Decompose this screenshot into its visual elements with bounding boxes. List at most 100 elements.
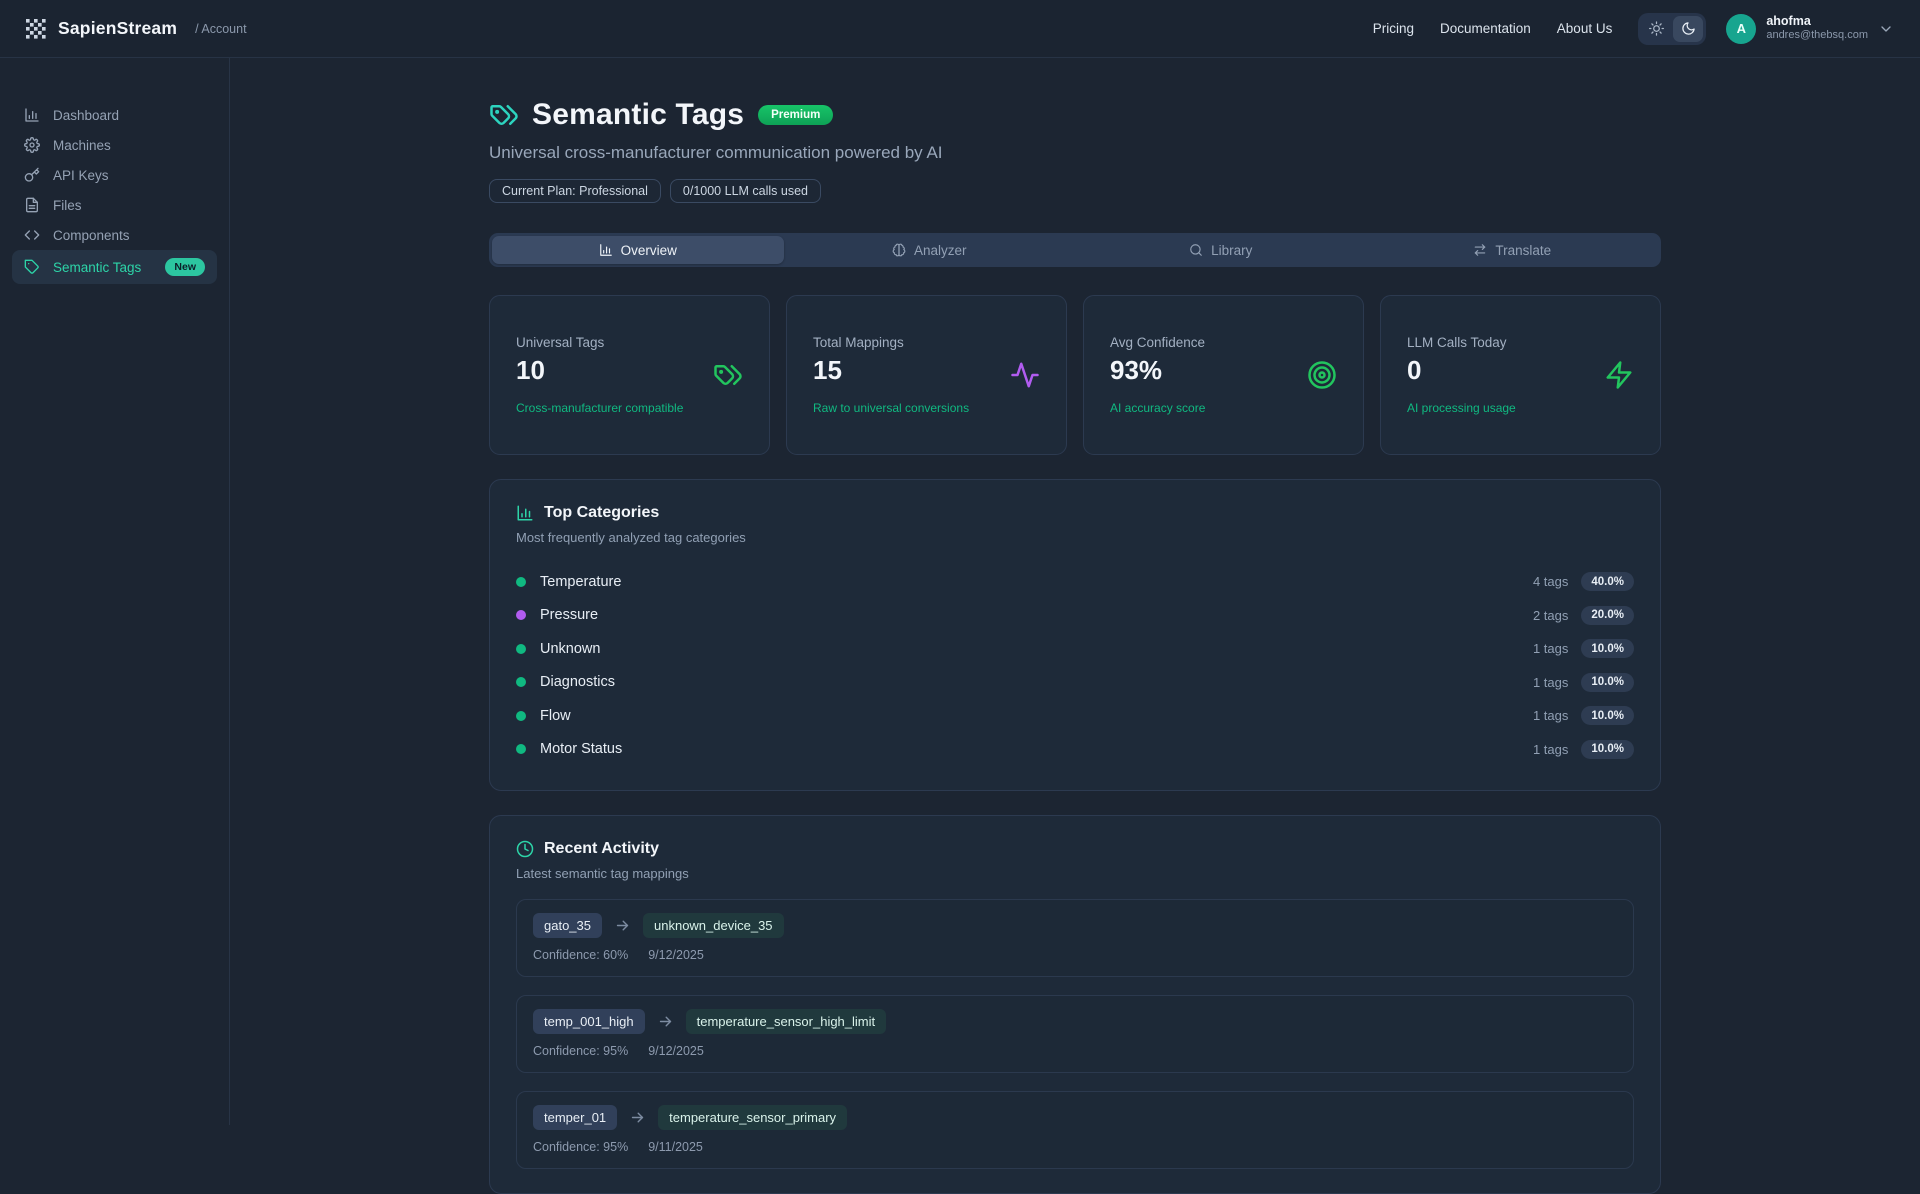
source-tag-chip: temp_001_high bbox=[533, 1009, 645, 1034]
user-email: andres@thebsq.com bbox=[1766, 29, 1868, 43]
key-icon bbox=[24, 167, 40, 183]
stat-label: Avg Confidence bbox=[1110, 335, 1205, 350]
sidebar: Dashboard Machines API Keys Files bbox=[0, 58, 230, 1125]
category-name: Unknown bbox=[540, 641, 600, 657]
arrow-right-icon bbox=[629, 1109, 646, 1126]
tab-label: Overview bbox=[621, 243, 677, 258]
logo-icon[interactable] bbox=[26, 19, 46, 39]
page-header: Semantic Tags Premium bbox=[489, 98, 1661, 132]
category-row: Motor Status 1 tags 10.0% bbox=[516, 733, 1634, 767]
stat-value: 10 bbox=[516, 355, 683, 386]
nav-link[interactable]: About Us bbox=[1557, 21, 1613, 36]
source-tag-chip: gato_35 bbox=[533, 913, 602, 938]
sidebar-item-label: Dashboard bbox=[53, 108, 119, 123]
user-name: ahofma bbox=[1766, 14, 1868, 30]
arrows-swap-icon bbox=[1473, 243, 1487, 257]
top-nav-links: Pricing Documentation About Us bbox=[1373, 21, 1613, 36]
section-title: Top Categories bbox=[544, 504, 659, 522]
light-mode-button[interactable] bbox=[1641, 16, 1671, 42]
activity-date: 9/11/2025 bbox=[648, 1140, 703, 1154]
target-tag-chip: temperature_sensor_primary bbox=[658, 1105, 847, 1130]
sidebar-item-label: Semantic Tags bbox=[53, 260, 141, 275]
sidebar-item[interactable]: Dashboard bbox=[12, 100, 217, 130]
activity-entry: temp_001_high temperature_sensor_high_li… bbox=[516, 995, 1634, 1073]
stat-subtext: Raw to universal conversions bbox=[813, 401, 969, 415]
user-menu[interactable]: A ahofma andres@thebsq.com bbox=[1726, 14, 1894, 44]
sidebar-item[interactable]: Components bbox=[12, 220, 217, 250]
sidebar-nav: Dashboard Machines API Keys Files bbox=[12, 100, 217, 284]
activity-date: 9/12/2025 bbox=[648, 1044, 704, 1058]
bar-chart-icon bbox=[516, 504, 534, 522]
tab[interactable]: Analyzer bbox=[784, 236, 1076, 264]
chevron-down-icon bbox=[1878, 21, 1894, 37]
activity-icon bbox=[1010, 360, 1040, 390]
stat-card: Universal Tags 10 Cross-manufacturer com… bbox=[489, 295, 770, 455]
category-name: Motor Status bbox=[540, 741, 622, 757]
source-tag-chip: temper_01 bbox=[533, 1105, 617, 1130]
chart-bar-icon bbox=[599, 243, 613, 257]
target-tag-chip: unknown_device_35 bbox=[643, 913, 784, 938]
category-dot bbox=[516, 744, 526, 754]
page-title: Semantic Tags bbox=[532, 98, 744, 132]
section-title: Recent Activity bbox=[544, 840, 659, 858]
premium-badge: Premium bbox=[758, 105, 833, 125]
sun-icon bbox=[1649, 21, 1664, 36]
nav-link[interactable]: Pricing bbox=[1373, 21, 1414, 36]
sidebar-item[interactable]: Semantic Tags New bbox=[12, 250, 217, 284]
category-name: Diagnostics bbox=[540, 674, 615, 690]
stat-subtext: AI processing usage bbox=[1407, 401, 1516, 415]
category-row: Flow 1 tags 10.0% bbox=[516, 699, 1634, 733]
sidebar-item[interactable]: API Keys bbox=[12, 160, 217, 190]
category-dot bbox=[516, 711, 526, 721]
tags-icon bbox=[713, 360, 743, 390]
main-content: Semantic Tags Premium Universal cross-ma… bbox=[230, 58, 1920, 1194]
category-count: 4 tags bbox=[1533, 574, 1568, 589]
dark-mode-button[interactable] bbox=[1673, 16, 1703, 42]
stat-value: 15 bbox=[813, 355, 969, 386]
stat-label: LLM Calls Today bbox=[1407, 335, 1516, 350]
brain-icon bbox=[892, 243, 906, 257]
breadcrumb: / Account bbox=[195, 22, 246, 36]
tag-icon bbox=[24, 259, 40, 275]
nav-link[interactable]: Documentation bbox=[1440, 21, 1531, 36]
category-dot bbox=[516, 577, 526, 587]
stat-cards: Universal Tags 10 Cross-manufacturer com… bbox=[489, 295, 1661, 455]
clock-icon bbox=[516, 840, 534, 858]
search-icon bbox=[1189, 243, 1203, 257]
stat-subtext: Cross-manufacturer compatible bbox=[516, 401, 683, 415]
category-row: Temperature 4 tags 40.0% bbox=[516, 565, 1634, 599]
stat-card: Total Mappings 15 Raw to universal conve… bbox=[786, 295, 1067, 455]
moon-icon bbox=[1681, 21, 1696, 36]
sidebar-item[interactable]: Files bbox=[12, 190, 217, 220]
stat-card: LLM Calls Today 0 AI processing usage bbox=[1380, 295, 1661, 455]
category-name: Pressure bbox=[540, 607, 598, 623]
chart-bar-icon bbox=[24, 107, 40, 123]
sidebar-item-label: Machines bbox=[53, 138, 111, 153]
tab[interactable]: Library bbox=[1075, 236, 1367, 264]
category-list: Temperature 4 tags 40.0% Pressure 2 tags… bbox=[516, 565, 1634, 766]
stat-value: 93% bbox=[1110, 355, 1205, 386]
arrow-right-icon bbox=[614, 917, 631, 934]
target-icon bbox=[1307, 360, 1337, 390]
avatar: A bbox=[1726, 14, 1756, 44]
category-row: Unknown 1 tags 10.0% bbox=[516, 632, 1634, 666]
tab-bar: Overview Analyzer Library Translate bbox=[489, 233, 1661, 267]
stat-label: Total Mappings bbox=[813, 335, 969, 350]
target-tag-chip: temperature_sensor_high_limit bbox=[686, 1009, 886, 1034]
category-row: Diagnostics 1 tags 10.0% bbox=[516, 666, 1634, 700]
top-navbar: SapienStream / Account Pricing Documenta… bbox=[0, 0, 1920, 58]
sidebar-item[interactable]: Machines bbox=[12, 130, 217, 160]
plan-chip: 0/1000 LLM calls used bbox=[670, 179, 821, 203]
sidebar-item-label: Files bbox=[53, 198, 82, 213]
brand-name[interactable]: SapienStream bbox=[58, 18, 177, 39]
sidebar-item-label: Components bbox=[53, 228, 130, 243]
tab[interactable]: Translate bbox=[1367, 236, 1659, 264]
category-percent-badge: 10.0% bbox=[1581, 639, 1634, 658]
tab-label: Translate bbox=[1495, 243, 1551, 258]
theme-toggle bbox=[1638, 13, 1706, 45]
sidebar-item-label: API Keys bbox=[53, 168, 109, 183]
stat-subtext: AI accuracy score bbox=[1110, 401, 1205, 415]
activity-entry: gato_35 unknown_device_35 Confidence: 60… bbox=[516, 899, 1634, 977]
activity-entry: temper_01 temperature_sensor_primary Con… bbox=[516, 1091, 1634, 1169]
tab[interactable]: Overview bbox=[492, 236, 784, 264]
